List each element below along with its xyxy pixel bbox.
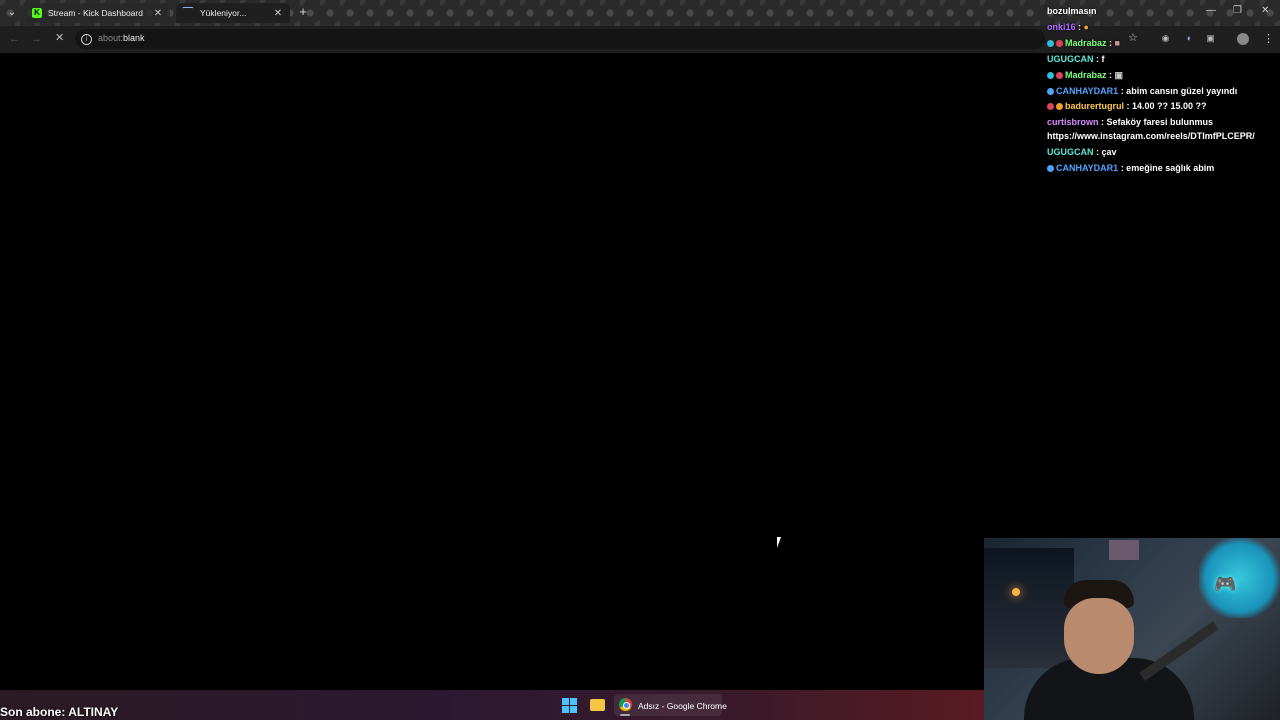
close-icon[interactable]: ✕	[152, 8, 164, 19]
verified-badge-icon	[1047, 88, 1054, 95]
moderator-badge-icon	[1056, 72, 1063, 79]
last-subscriber-label: Son abone: ALTINAY	[0, 705, 119, 719]
chrome-icon	[619, 698, 632, 711]
close-icon[interactable]: ✕	[272, 8, 284, 19]
more-menu-icon[interactable]: ⋮	[1263, 32, 1274, 45]
bookmark-star-icon[interactable]: ☆	[1128, 31, 1138, 44]
chat-message: Madrabaz : ■	[1047, 38, 1120, 48]
chat-message: UGUGCAN : f	[1047, 54, 1105, 64]
streamer-face	[1064, 598, 1134, 674]
mouse-cursor-icon	[777, 537, 785, 548]
windows-start-icon[interactable]	[562, 698, 577, 713]
restore-icon[interactable]: ❐	[1233, 5, 1242, 16]
webcam-overlay: 🎮	[984, 538, 1280, 720]
moderator-badge-icon	[1047, 103, 1054, 110]
chat-message: onki16 : ●	[1047, 22, 1089, 32]
tab-kick-dashboard[interactable]: K Stream - Kick Dashboard ✕	[26, 3, 170, 23]
gamepad-icon: 🎮	[1214, 574, 1237, 594]
background-window	[984, 548, 1074, 668]
chat-message: bozulmasın	[1047, 6, 1097, 16]
taskbar-chrome-label: Adsız - Google Chrome	[638, 701, 727, 711]
chat-message: curtisbrown : Sefaköy faresi bulunmus	[1047, 117, 1214, 127]
subscriber-badge-icon	[1047, 72, 1054, 79]
file-explorer-icon[interactable]	[590, 699, 605, 711]
media-control-icon[interactable]: ◖	[1183, 33, 1194, 44]
chat-message: CANHAYDAR1 : emeğine sağlık abim	[1047, 163, 1214, 173]
tab-title: Yükleniyor...	[200, 8, 247, 18]
taskbar	[0, 690, 984, 720]
tab-search-chevron-icon[interactable]: ⌄	[4, 5, 20, 21]
kick-icon: K	[32, 8, 42, 18]
chat-message: badurertugrul : 14.00 ?? 15.00 ??	[1047, 101, 1207, 111]
extensions-puzzle-icon[interactable]: ▣	[1205, 33, 1216, 44]
loading-spinner-icon	[182, 7, 194, 19]
moderator-badge-icon	[1056, 40, 1063, 47]
chat-message: https://www.instagram.com/reels/DTImfPLC…	[1047, 131, 1255, 141]
gamepad-extension-icon[interactable]: ◉	[1160, 33, 1171, 44]
new-tab-button[interactable]: +	[296, 5, 310, 19]
stop-loading-icon[interactable]: ✕	[55, 32, 67, 44]
back-icon[interactable]: ←	[9, 33, 20, 45]
verified-badge-icon	[1047, 165, 1054, 172]
wall-poster	[1109, 540, 1139, 560]
neon-hexagon-light	[1199, 538, 1280, 618]
tab-loading[interactable]: Yükleniyor... ✕	[176, 3, 290, 23]
microphone-arm	[1139, 621, 1219, 681]
forward-icon[interactable]: →	[31, 33, 42, 45]
background-light	[1012, 588, 1020, 596]
address-bar[interactable]: i about:blank	[75, 29, 1045, 49]
chat-message: Madrabaz : ▣	[1047, 70, 1123, 81]
active-window-indicator	[620, 714, 630, 716]
chat-message: CANHAYDAR1 : abim cansın güzel yayındı	[1047, 86, 1237, 96]
minimize-icon[interactable]: —	[1206, 5, 1216, 16]
close-window-icon[interactable]: ✕	[1261, 5, 1269, 16]
subscriber-badge-icon	[1047, 40, 1054, 47]
chat-message: UGUGCAN : çav	[1047, 147, 1117, 157]
tab-title: Stream - Kick Dashboard	[48, 8, 143, 18]
info-icon[interactable]: i	[81, 34, 92, 45]
profile-avatar[interactable]	[1237, 33, 1249, 45]
url-text: about:blank	[98, 33, 145, 43]
gift-badge-icon	[1056, 103, 1063, 110]
